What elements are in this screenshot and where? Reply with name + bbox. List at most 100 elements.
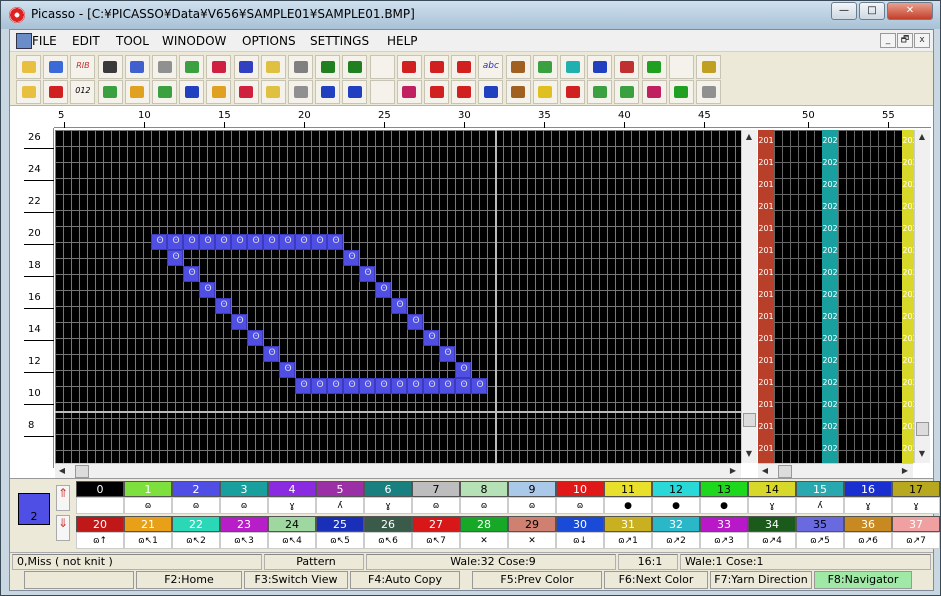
mdi-restore-button[interactable]: 🗗	[897, 33, 913, 48]
palette-color-20[interactable]: 20	[76, 516, 124, 532]
tool-blank-button[interactable]	[369, 55, 395, 79]
stitch-symbol-icon[interactable]: ɷ↖7	[412, 532, 460, 549]
tool-resize-button[interactable]	[97, 55, 123, 79]
pattern-cell[interactable]: ʘ	[439, 378, 455, 394]
pattern-cell[interactable]: ʘ	[263, 346, 279, 362]
tool-rect-o-button[interactable]	[424, 80, 449, 104]
tool-ellipse-button[interactable]	[451, 55, 477, 79]
stitch-symbol-icon[interactable]	[76, 497, 124, 514]
stitch-symbol-icon[interactable]: ɣ	[892, 497, 940, 514]
pattern-cell[interactable]: ʘ	[391, 298, 407, 314]
pattern-cell[interactable]: ʘ	[423, 330, 439, 346]
tool-blank3-button[interactable]	[369, 80, 395, 104]
current-color-swatch[interactable]: 2	[18, 493, 50, 525]
palette-color-10[interactable]: 10	[556, 481, 604, 497]
mdi-minimize-button[interactable]: _	[880, 33, 896, 48]
pattern-cell[interactable]: ʘ	[407, 378, 423, 394]
tool-tree-b-button[interactable]	[342, 55, 368, 79]
pattern-cell[interactable]: ʘ	[359, 266, 375, 282]
palette-color-29[interactable]: 29	[508, 516, 556, 532]
palette-color-7[interactable]: 7	[412, 481, 460, 497]
stitch-symbol-icon[interactable]: ✕	[508, 532, 556, 549]
pattern-cell[interactable]: ʘ	[263, 234, 279, 250]
pattern-cell[interactable]: ʘ	[247, 234, 263, 250]
stitch-symbol-icon[interactable]: ɷ	[124, 497, 172, 514]
stitch-symbol-icon[interactable]: ɷ↗1	[604, 532, 652, 549]
pattern-cell[interactable]: ʘ	[199, 282, 215, 298]
tool-rect-button[interactable]	[424, 55, 449, 79]
tool-bars-button[interactable]	[206, 80, 232, 104]
tool-curve-button[interactable]	[396, 80, 422, 104]
tool-open-button[interactable]	[16, 55, 41, 79]
stitch-symbol-icon[interactable]: ɷ↗7	[892, 532, 940, 549]
stitch-symbol-icon[interactable]: ●	[604, 497, 652, 514]
pattern-cell[interactable]: ʘ	[231, 234, 247, 250]
palette-color-3[interactable]: 3	[220, 481, 268, 497]
stitch-symbol-icon[interactable]: ɷ	[508, 497, 556, 514]
tool-flip-button[interactable]	[532, 55, 558, 79]
color-down-arrow-icon[interactable]: ⇓	[56, 515, 70, 541]
pattern-cell[interactable]: ʘ	[391, 378, 407, 394]
scroll-thumb[interactable]	[916, 422, 929, 436]
tool-hand-button[interactable]	[696, 55, 721, 79]
palette-color-22[interactable]: 22	[172, 516, 220, 532]
fkey-f7-button[interactable]: F7:Yarn Direction	[710, 571, 812, 589]
tool-fill-button[interactable]	[260, 55, 286, 79]
menu-edit[interactable]: EDIT	[72, 34, 100, 48]
pattern-cell[interactable]: ʘ	[343, 250, 359, 266]
stitch-symbol-icon[interactable]: ●	[652, 497, 700, 514]
fkey-f2-button[interactable]: F2:Home	[136, 571, 242, 589]
scroll-thumb-h[interactable]	[778, 465, 792, 478]
tool-grid-button[interactable]	[179, 80, 205, 104]
tool-rotate-button[interactable]	[696, 80, 721, 104]
stitch-symbol-icon[interactable]: ɷ↑	[76, 532, 124, 549]
stitch-symbol-icon[interactable]: ●	[700, 497, 748, 514]
stitch-symbol-icon[interactable]: ɷ↖2	[172, 532, 220, 549]
palette-color-31[interactable]: 31	[604, 516, 652, 532]
stitch-symbol-icon[interactable]: ɷ↖5	[316, 532, 364, 549]
tool-cut-button[interactable]	[124, 80, 150, 104]
tool-erase-button[interactable]	[233, 55, 259, 79]
palette-color-16[interactable]: 16	[844, 481, 892, 497]
stitch-symbol-icon[interactable]: ɷ↗2	[652, 532, 700, 549]
tool-drop-button[interactable]	[478, 80, 504, 104]
stitch-symbol-icon[interactable]: ɷ	[172, 497, 220, 514]
palette-color-23[interactable]: 23	[220, 516, 268, 532]
pattern-cell[interactable]: ʘ	[455, 362, 471, 378]
pattern-cell[interactable]: ʘ	[423, 378, 439, 394]
title-bar[interactable]: Picasso - [C:¥PICASSO¥Data¥V656¥SAMPLE01…	[1, 1, 940, 29]
stitch-symbol-icon[interactable]: ɷ	[556, 497, 604, 514]
minimize-button[interactable]: —	[831, 2, 857, 20]
color-up-arrow-icon[interactable]: ⇑	[56, 485, 70, 511]
tool-fill-stripes-button[interactable]	[641, 80, 667, 104]
pattern-cell[interactable]: ʘ	[183, 266, 199, 282]
stitch-symbol-icon[interactable]: ɷ↖6	[364, 532, 412, 549]
menu-help[interactable]: HELP	[387, 34, 418, 48]
tool-save-button[interactable]	[43, 55, 69, 79]
palette-color-32[interactable]: 32	[652, 516, 700, 532]
palette-color-6[interactable]: 6	[364, 481, 412, 497]
stitch-symbol-icon[interactable]: ɷ	[412, 497, 460, 514]
pattern-cell[interactable]: ʘ	[183, 234, 199, 250]
tool-move-button[interactable]	[152, 55, 177, 79]
stitch-symbol-icon[interactable]: ɣ	[268, 497, 316, 514]
pattern-cell[interactable]: ʘ	[311, 378, 327, 394]
palette-color-21[interactable]: 21	[124, 516, 172, 532]
scroll-thumb[interactable]	[743, 413, 756, 427]
tool-arrow-rep-button[interactable]	[614, 55, 640, 79]
tool-dots-button[interactable]	[288, 55, 313, 79]
stitch-symbol-icon[interactable]: ʎ	[316, 497, 364, 514]
pattern-cell[interactable]: ʘ	[471, 378, 487, 394]
pattern-cell[interactable]: ʘ	[199, 234, 215, 250]
pattern-cell[interactable]: ʘ	[359, 378, 375, 394]
palette-color-36[interactable]: 36	[844, 516, 892, 532]
stitch-symbol-icon[interactable]: ɷ	[220, 497, 268, 514]
tool-select-button[interactable]	[124, 55, 150, 79]
tool-repeat-button[interactable]	[587, 55, 613, 79]
fkey-f8-button[interactable]: F8:Navigator	[814, 571, 912, 589]
tool-dots2-button[interactable]	[288, 80, 313, 104]
palette-color-24[interactable]: 24	[268, 516, 316, 532]
pattern-cell[interactable]: ʘ	[279, 362, 295, 378]
pattern-cell[interactable]: ʘ	[215, 298, 231, 314]
maximize-button[interactable]: □	[859, 2, 885, 20]
